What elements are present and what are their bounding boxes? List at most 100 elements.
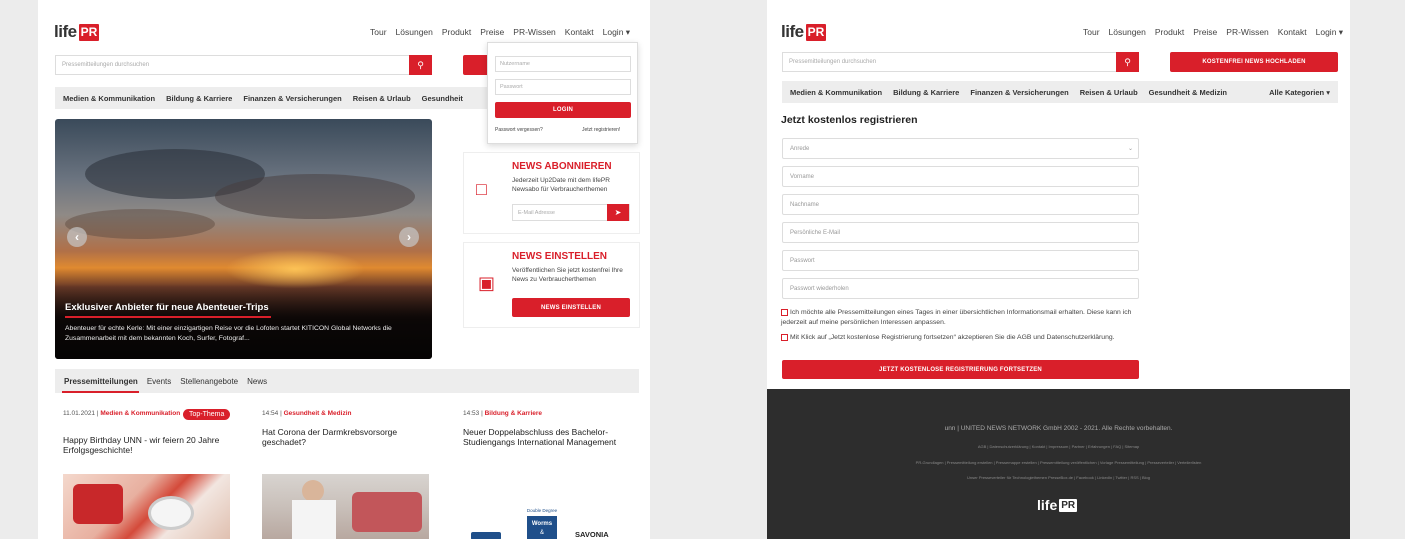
login-button[interactable]: LOGIN [495, 102, 631, 118]
news-item[interactable]: 11.01.2021 | Medien & Kommunikation Top-… [55, 402, 238, 539]
hero-title-underline [65, 316, 271, 318]
news-meta: 14:53 | Bildung & Karriere [463, 410, 543, 417]
search-input[interactable]: Pressemitteilungen durchsuchen [783, 59, 1116, 65]
news-image-cake[interactable] [63, 474, 230, 539]
tab-stellenangebote[interactable]: Stellenangebote [180, 377, 238, 386]
nav-tour[interactable]: Tour [1083, 27, 1100, 38]
footer-links-social[interactable]: Unser Presseverteiler für Technologiethe… [767, 475, 1350, 480]
email-input[interactable]: Persönliche E-Mail [782, 222, 1139, 243]
registration-panel: life PR Tour Lösungen Produkt Preise PR-… [767, 0, 1350, 539]
newsletter-checkbox[interactable] [781, 308, 788, 316]
upload-news-button[interactable]: KOSTENFREI NEWS HOCHLADEN [1170, 52, 1338, 72]
nav-kontakt[interactable]: Kontakt [1278, 27, 1307, 38]
paper-plane-icon: ➤ [614, 208, 622, 217]
lifepr-logo[interactable]: life PR [54, 22, 100, 42]
footer-links-primary[interactable]: AGB | Datenschutzerklärung | Kontakt | I… [767, 444, 1350, 449]
register-link[interactable]: Jetzt registrieren! [582, 127, 620, 133]
nav-produkt[interactable]: Produkt [442, 27, 471, 38]
terms-consent: Mit Klick auf „Jetzt kostenlose Registri… [781, 333, 1151, 343]
homepage-panel: life PR Tour Lösungen Produkt Preise PR-… [38, 0, 650, 539]
register-submit-button[interactable]: JETZT KOSTENLOSE REGISTRIERUNG FORTSETZE… [782, 360, 1139, 379]
subscribe-send-button[interactable]: ➤ [607, 204, 629, 221]
lifepr-logo[interactable]: life PR [781, 22, 827, 42]
news-item[interactable]: 14:53 | Bildung & Karriere Neuer Doppela… [455, 402, 638, 539]
news-image-people[interactable] [262, 474, 429, 539]
news-meta: 11.01.2021 | Medien & Kommunikation [63, 410, 181, 417]
category-gesundheit[interactable]: Gesundheit [422, 94, 463, 103]
hero-title[interactable]: Exklusiver Anbieter für neue Abenteuer-T… [65, 302, 269, 313]
category-reisen[interactable]: Reisen & Urlaub [353, 94, 411, 103]
nav-loesungen[interactable]: Lösungen [396, 27, 433, 38]
terms-checkbox[interactable] [781, 333, 788, 341]
subscribe-email-input[interactable]: E-Mail Adresse [513, 210, 607, 216]
category-bildung[interactable]: Bildung & Karriere [893, 88, 959, 97]
news-image-logos[interactable]: Worms & Double Degree SAVONIA [463, 474, 630, 539]
footer: unn | UNITED NEWS NETWORK GmbH 2002 - 20… [767, 389, 1350, 539]
chevron-left-icon: ‹ [75, 230, 79, 244]
nav-produkt[interactable]: Produkt [1155, 27, 1184, 38]
document-upload-icon: ▣ [478, 273, 496, 293]
category-finanzen[interactable]: Finanzen & Versicherungen [243, 94, 341, 103]
active-tab-indicator [62, 391, 139, 393]
category-gesundheit[interactable]: Gesundheit & Medizin [1149, 88, 1227, 97]
subscribe-card: □ NEWS ABONNIEREN Jederzeit Up2Date mit … [463, 152, 640, 234]
post-news-button[interactable]: NEWS EINSTELLEN [512, 298, 630, 317]
password-repeat-input[interactable]: Passwort wiederholen [782, 278, 1139, 299]
category-reisen[interactable]: Reisen & Urlaub [1080, 88, 1138, 97]
nav-pr-wissen[interactable]: PR-Wissen [1226, 27, 1269, 38]
search-button[interactable]: ⚲ [409, 55, 432, 75]
tab-news[interactable]: News [247, 377, 267, 386]
news-headline[interactable]: Neuer Doppelabschluss des Bachelor-Studi… [463, 427, 633, 447]
upload-news-button-partial[interactable] [463, 55, 489, 75]
search-button[interactable]: ⚲ [1116, 52, 1139, 72]
search-bar: Pressemitteilungen durchsuchen ⚲ [782, 52, 1139, 72]
nav-login[interactable]: Login ▾ [603, 27, 630, 38]
search-bar: Pressemitteilungen durchsuchen ⚲ [55, 55, 432, 75]
worms-badge: Worms & [527, 516, 557, 539]
top-thema-badge: Top-Thema [183, 409, 231, 420]
subscribe-email-group: E-Mail Adresse ➤ [512, 204, 630, 221]
category-medien[interactable]: Medien & Kommunikation [790, 88, 882, 97]
firstname-input[interactable]: Vorname [782, 166, 1139, 187]
footer-copyright: unn | UNITED NEWS NETWORK GmbH 2002 - 20… [944, 425, 1173, 432]
password-input[interactable]: Passwort [782, 250, 1139, 271]
category-medien[interactable]: Medien & Kommunikation [63, 94, 155, 103]
nav-kontakt[interactable]: Kontakt [565, 27, 594, 38]
nav-tour[interactable]: Tour [370, 27, 387, 38]
top-navigation: Tour Lösungen Produkt Preise PR-Wissen K… [1083, 27, 1343, 38]
form-title: Jetzt kostenlos registrieren [781, 114, 918, 126]
nav-pr-wissen[interactable]: PR-Wissen [513, 27, 556, 38]
search-input[interactable]: Pressemitteilungen durchsuchen [56, 62, 409, 68]
news-headline[interactable]: Hat Corona der Darmkrebsvorsorge geschad… [262, 427, 432, 447]
tab-events[interactable]: Events [147, 377, 171, 386]
category-finanzen[interactable]: Finanzen & Versicherungen [970, 88, 1068, 97]
news-item[interactable]: 14:54 | Gesundheit & Medizin Hat Corona … [254, 402, 437, 539]
nav-login[interactable]: Login ▾ [1316, 27, 1343, 38]
slider-prev-button[interactable]: ‹ [67, 227, 87, 247]
chat-icon: □ [476, 179, 487, 199]
salutation-select[interactable]: Anrede ⌄ [782, 138, 1139, 159]
password-input[interactable]: Passwort [495, 79, 631, 95]
news-headline[interactable]: Happy Birthday UNN - wir feiern 20 Jahre… [63, 435, 233, 455]
nav-preise[interactable]: Preise [1193, 27, 1217, 38]
tab-pressemitteilungen[interactable]: Pressemitteilungen [64, 377, 138, 386]
slider-next-button[interactable]: › [399, 227, 419, 247]
hero-slider[interactable]: ‹ › Exklusiver Anbieter für neue Abenteu… [55, 119, 432, 359]
post-news-title: NEWS EINSTELLEN [512, 251, 608, 262]
hero-description: Abenteuer für echte Kerle: Mit einer ein… [65, 325, 392, 342]
newsletter-consent: Ich möchte alle Pressemitteilungen eines… [781, 308, 1132, 326]
category-bildung[interactable]: Bildung & Karriere [166, 94, 232, 103]
post-news-card: ▣ NEWS EINSTELLEN Veröffentlichen Sie je… [463, 242, 640, 328]
lastname-input[interactable]: Nachname [782, 194, 1139, 215]
all-categories-dropdown[interactable]: Alle Kategorien ▾ [1269, 88, 1330, 97]
footer-logo[interactable]: life PR [1037, 497, 1078, 513]
nav-preise[interactable]: Preise [480, 27, 504, 38]
category-bar: Medien & Kommunikation Bildung & Karrier… [55, 87, 487, 109]
footer-links-pr[interactable]: PR-Grundlagen | Pressemitteilung erstell… [767, 460, 1350, 465]
subscribe-text: Jederzeit Up2Date mit dem lifePR Newsabo… [512, 177, 610, 193]
forgot-password-link[interactable]: Passwort vergessen? [495, 127, 543, 133]
username-input[interactable]: Nutzername [495, 56, 631, 72]
savonia-logo: SAVONIA [575, 530, 609, 539]
university-logo [471, 532, 501, 539]
nav-loesungen[interactable]: Lösungen [1109, 27, 1146, 38]
